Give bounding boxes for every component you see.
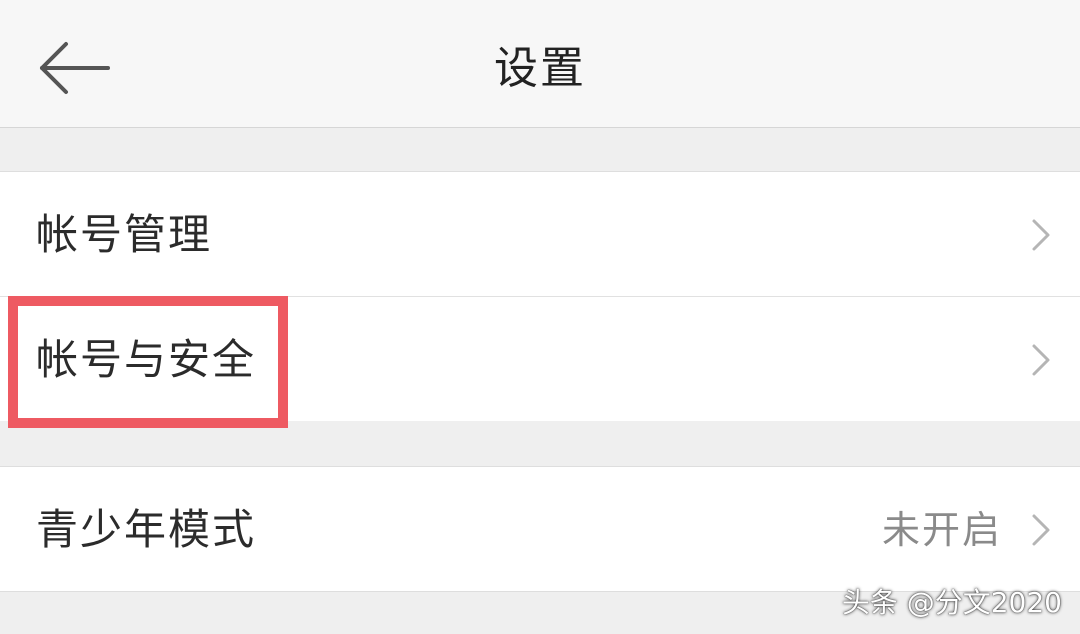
settings-item-label: 帐号与安全	[36, 335, 257, 384]
settings-item-teen-mode[interactable]: 青少年模式 未开启	[0, 467, 1080, 591]
page-title: 设置	[494, 43, 586, 94]
chevron-right-icon	[1032, 219, 1050, 251]
settings-item-account-management[interactable]: 帐号管理	[0, 172, 1080, 296]
chevron-right-icon	[1032, 514, 1050, 546]
nav-header: 设置	[0, 0, 1080, 128]
settings-item-account-security[interactable]: 帐号与安全	[0, 297, 1080, 421]
chevron-right-icon	[1032, 344, 1050, 376]
settings-item-label: 青少年模式	[36, 505, 257, 554]
watermark: 头条 @分文2020	[841, 586, 1062, 619]
settings-item-label: 帐号管理	[36, 210, 213, 259]
teen-mode-status: 未开启	[881, 508, 1002, 552]
